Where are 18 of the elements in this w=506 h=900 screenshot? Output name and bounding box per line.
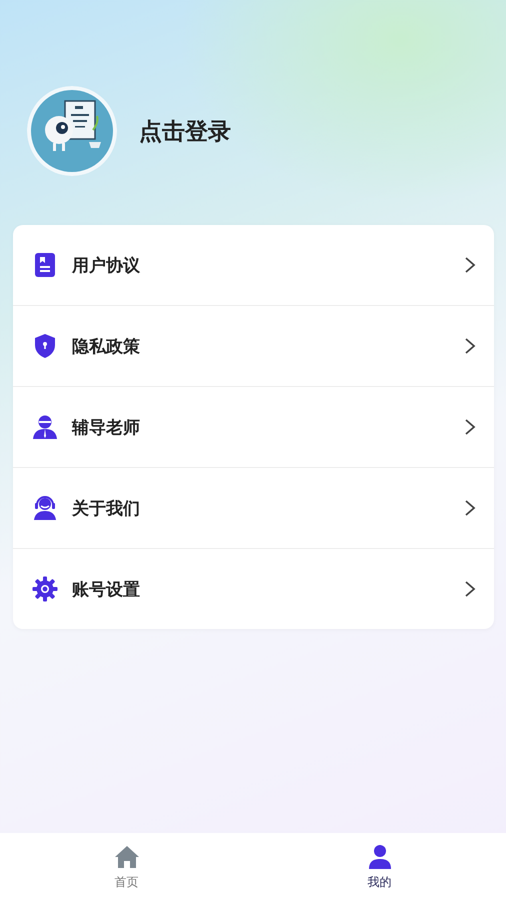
menu-item[interactable]: 关于我们 <box>13 467 494 548</box>
chevron-right-icon <box>464 256 476 274</box>
chevron-right-icon <box>464 499 476 517</box>
shield-icon <box>32 333 58 359</box>
chevron-right-icon <box>464 580 476 598</box>
tab[interactable]: 我的 <box>253 833 506 900</box>
headset-icon <box>32 495 58 521</box>
menu-item[interactable]: 隐私政策 <box>13 305 494 386</box>
menu-item[interactable]: 账号设置 <box>13 548 494 629</box>
menu-item[interactable]: 辅导老师 <box>13 386 494 467</box>
settings-icon <box>32 576 58 602</box>
menu-item[interactable]: 用户协议 <box>13 225 494 305</box>
login-link[interactable]: 点击登录 <box>139 116 231 146</box>
chevron-right-icon <box>464 337 476 355</box>
person-icon <box>32 414 58 440</box>
tab[interactable]: 首页 <box>0 833 253 900</box>
chevron-right-icon <box>464 418 476 436</box>
document-icon <box>32 252 58 278</box>
